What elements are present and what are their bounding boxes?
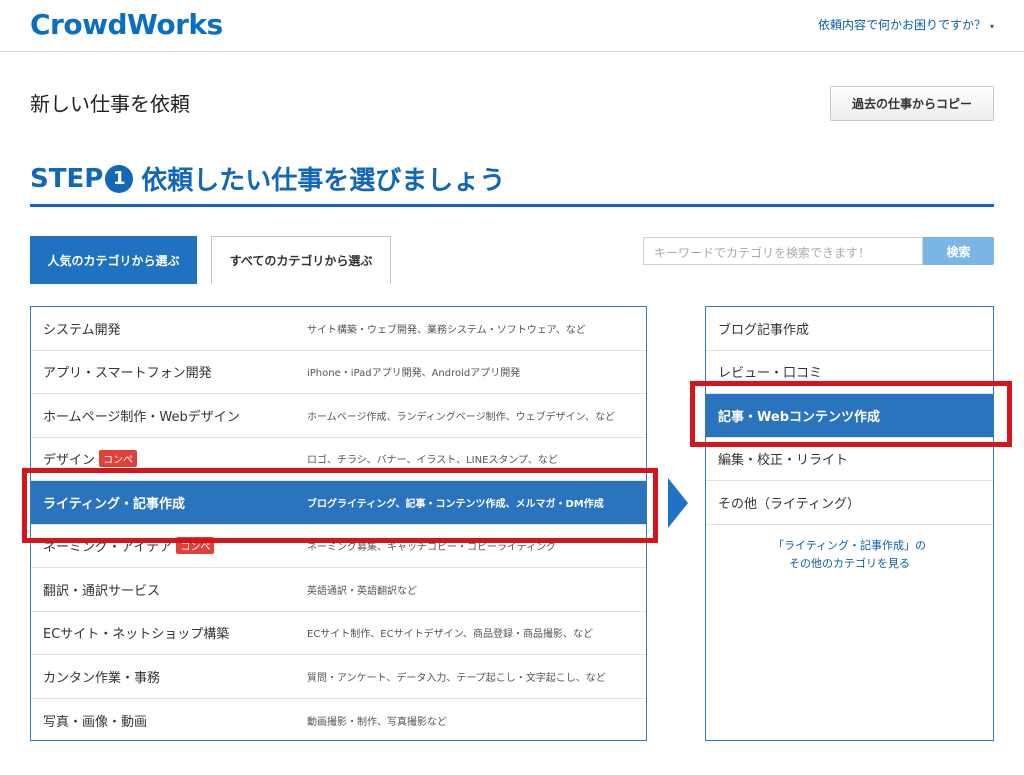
more-subcategories-link[interactable]: 「ライティング・記事作成」の その他のカテゴリを見る [706, 525, 993, 573]
copy-past-job-button[interactable]: 過去の仕事からコピー [830, 86, 994, 121]
category-name: カンタン作業・事務 [43, 667, 160, 686]
category-name: ホームページ制作・Webデザイン [43, 406, 240, 425]
step-divider [30, 204, 994, 207]
help-dropdown[interactable]: 依頼内容で何かお困りですか？ ▾ [818, 16, 994, 33]
crowdworks-logo[interactable]: CrowdWorks [30, 8, 223, 41]
category-label: ホームページ制作・Webデザイン [43, 409, 240, 425]
more-link-line2: その他のカテゴリを見る [789, 556, 910, 570]
help-link-label: 依頼内容で何かお困りですか？ [817, 18, 986, 32]
category-row-media[interactable]: 写真・画像・動画 動画撮影・制作、写真撮影など [31, 699, 646, 743]
arrow-right-icon [668, 478, 688, 528]
category-name: システム開発 [43, 319, 121, 338]
category-label: システム開発 [43, 322, 121, 338]
category-description: 動画撮影・制作、写真撮影など [307, 716, 447, 728]
chevron-down-icon: ▾ [989, 22, 994, 31]
subcategory-other[interactable]: その他（ライティング） [706, 481, 993, 525]
category-description: サイト構築・ウェブ開発、業務システム・ソフトウェア、など [307, 324, 586, 336]
category-row-ec[interactable]: ECサイト・ネットショップ構築 ECサイト制作、ECサイトデザイン、商品登録・商… [31, 612, 646, 655]
category-description: 英語通訳・英語翻訳など [307, 585, 417, 597]
category-name: デザイン コンペ [43, 449, 138, 469]
annotation-highlight-category [22, 468, 658, 543]
category-description: iPhone・iPadアプリ開発、Androidアプリ開発 [307, 368, 521, 380]
category-label: ECサイト・ネットショップ構築 [43, 627, 230, 643]
category-label: デザイン [43, 453, 96, 469]
category-row-simple-tasks[interactable]: カンタン作業・事務 質問・アンケート、データ入力、テープ起こし・文字起こし、など [31, 655, 646, 699]
category-description: 質問・アンケート、データ入力、テープ起こし・文字起こし、など [307, 672, 606, 684]
compe-badge: コンペ [99, 450, 138, 468]
category-label: アプリ・スマートフォン開発 [43, 366, 212, 382]
category-row-system[interactable]: システム開発 サイト構築・ウェブ開発、業務システム・ソフトウェア、など [31, 307, 646, 351]
subcategory-list: ブログ記事作成 レビュー・口コミ 記事・Webコンテンツ作成 編集・校正・リライ… [705, 306, 994, 741]
step-title-text: 依頼したい仕事を選びましょう [141, 166, 506, 196]
category-name: 写真・画像・動画 [43, 711, 147, 730]
category-name: 翻訳・通訳サービス [43, 580, 160, 599]
category-label: 翻訳・通訳サービス [43, 583, 161, 599]
annotation-highlight-subcategory [690, 381, 1012, 447]
step-number-badge: 1 [105, 164, 134, 193]
category-label: 写真・画像・動画 [43, 714, 148, 730]
category-description: ECサイト制作、ECサイトデザイン、商品登録・商品撮影、など [307, 629, 594, 641]
step-heading: STEP 1 依頼したい仕事を選びましょう [30, 160, 505, 197]
page-title: 新しい仕事を依頼 [30, 92, 190, 116]
search-button[interactable]: 検索 [923, 237, 994, 265]
site-header: CrowdWorks 依頼内容で何かお困りですか？ ▾ [0, 0, 1024, 52]
tab-popular-categories[interactable]: 人気のカテゴリから選ぶ [30, 236, 197, 284]
category-name: ECサイト・ネットショップ構築 [43, 623, 229, 642]
category-label: カンタン作業・事務 [43, 670, 161, 686]
category-search-input[interactable]: キーワードでカテゴリを検索できます！ [643, 237, 923, 265]
more-link-line1: 「ライティング・記事作成」の [772, 538, 927, 552]
category-row-web[interactable]: ホームページ制作・Webデザイン ホームページ作成、ランディングページ制作、ウェ… [31, 394, 646, 438]
category-row-app[interactable]: アプリ・スマートフォン開発 iPhone・iPadアプリ開発、Androidアプ… [31, 351, 646, 394]
subcategory-blog[interactable]: ブログ記事作成 [706, 307, 993, 351]
category-name: アプリ・スマートフォン開発 [43, 362, 212, 381]
category-description: ホームページ作成、ランディングページ制作、ウェブデザイン、など [307, 411, 615, 423]
step-prefix: STEP [30, 163, 104, 194]
category-description: ロゴ、チラシ、バナー、イラスト、LINEスタンプ、など [307, 455, 558, 467]
category-row-translation[interactable]: 翻訳・通訳サービス 英語通訳・英語翻訳など [31, 568, 646, 612]
tab-all-categories[interactable]: すべてのカテゴリから選ぶ [211, 236, 391, 284]
